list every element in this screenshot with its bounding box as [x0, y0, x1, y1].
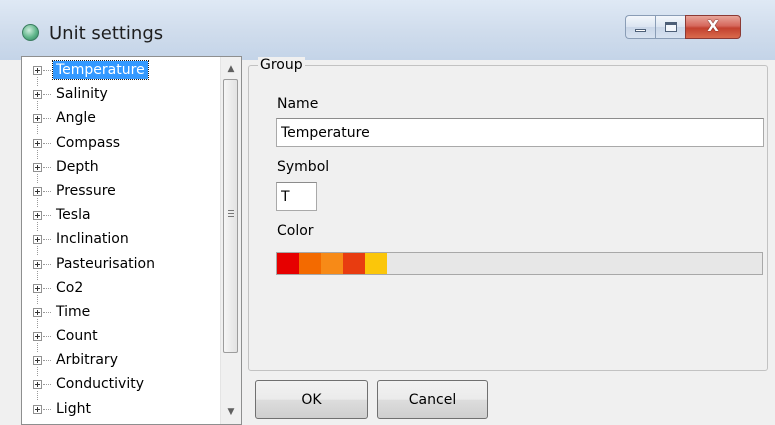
tree-item-label: Pressure — [56, 182, 116, 199]
tree-item-tesla[interactable]: Tesla — [22, 205, 222, 232]
name-label: Name — [277, 96, 319, 112]
tree-item-label: Angle — [56, 110, 96, 127]
tree-item-co2[interactable]: Co2 — [22, 278, 222, 304]
color-label: Color — [277, 223, 314, 239]
symbol-label: Symbol — [277, 159, 330, 175]
expand-plus-icon[interactable] — [33, 114, 42, 124]
tree-item-label: Count — [56, 328, 98, 345]
maximize-icon — [665, 22, 677, 32]
tree-item-label: Pasteurisation — [56, 255, 155, 272]
tree-item-time[interactable]: Time — [22, 302, 222, 328]
tree-connector-line — [43, 118, 51, 120]
window-title: Unit settings — [49, 23, 164, 44]
color-picker-bar[interactable] — [276, 252, 763, 275]
group-title: Group — [258, 57, 305, 73]
tree-item-label: Time — [56, 303, 91, 320]
tree-connector-line — [43, 287, 51, 289]
tree-item-angle[interactable]: Angle — [22, 108, 222, 135]
tree-item-count[interactable]: Count — [22, 326, 222, 353]
expand-plus-icon[interactable] — [33, 307, 42, 317]
expand-plus-icon[interactable] — [33, 186, 42, 196]
tree-item-light[interactable]: Light — [22, 399, 222, 423]
ok-button[interactable]: OK — [255, 380, 368, 419]
tree-item-inclination[interactable]: Inclination — [22, 229, 222, 256]
minimize-icon — [635, 29, 646, 32]
tree-connector-line — [43, 94, 51, 96]
expand-plus-icon[interactable] — [33, 162, 42, 172]
scroll-up-arrow-icon[interactable]: ▲ — [221, 59, 241, 79]
tree-item-temperature[interactable]: Temperature — [22, 60, 222, 86]
tree-item-label: Salinity — [56, 86, 108, 103]
color-swatch[interactable] — [299, 253, 321, 274]
tree-item-salinity[interactable]: Salinity — [22, 84, 222, 111]
color-swatch[interactable] — [277, 253, 299, 274]
expand-plus-icon[interactable] — [33, 356, 42, 366]
expand-plus-icon[interactable] — [33, 90, 42, 100]
color-swatch[interactable] — [321, 253, 343, 274]
tree-item-label: Light — [56, 400, 91, 417]
tree-item-label: Inclination — [56, 231, 129, 248]
tree-item-conductivity[interactable]: Conductivity — [22, 374, 222, 401]
unit-settings-window: Unit settings X Temperature Salinity Angle… — [0, 0, 775, 425]
expand-plus-icon[interactable] — [33, 66, 42, 75]
tree-connector-line — [43, 142, 51, 144]
symbol-field[interactable] — [276, 182, 317, 211]
tree-connector-line — [43, 70, 51, 71]
expand-plus-icon[interactable] — [33, 283, 42, 293]
tree-connector-line — [43, 166, 51, 168]
tree-connector-line — [43, 360, 51, 362]
tree-connector-line — [43, 408, 51, 410]
tree-connector-line — [43, 239, 51, 241]
maximize-button[interactable] — [655, 15, 685, 39]
tree-item-depth[interactable]: Depth — [22, 157, 222, 183]
tree-connector-line — [43, 215, 51, 217]
tree-item-label: Co2 — [56, 279, 84, 296]
scroll-thumb[interactable] — [223, 79, 238, 353]
tree-item-compass[interactable]: Compass — [22, 133, 222, 159]
expand-plus-icon[interactable] — [33, 332, 42, 342]
tree-item-pressure[interactable]: Pressure — [22, 181, 222, 207]
tree-item-arbitrary[interactable]: Arbitrary — [22, 350, 222, 377]
scroll-down-arrow-icon[interactable]: ▼ — [221, 402, 241, 422]
tree-item-label: Compass — [56, 134, 121, 151]
caption-buttons: X — [625, 15, 741, 41]
tree-item-label: Arbitrary — [56, 352, 118, 369]
minimize-button[interactable] — [625, 15, 655, 39]
tree-item-label: Tesla — [56, 207, 91, 224]
cancel-button[interactable]: Cancel — [377, 380, 488, 419]
title-bar[interactable]: Unit settings X — [0, 0, 775, 60]
tree-connector-line — [43, 311, 51, 313]
expand-plus-icon[interactable] — [33, 235, 42, 245]
unit-tree-view[interactable]: Temperature Salinity Angle Compass Depth Pres… — [21, 56, 242, 425]
color-swatch[interactable] — [365, 253, 387, 274]
name-field[interactable] — [276, 118, 764, 147]
tree-scrollbar[interactable]: ▲ ▼ — [220, 57, 241, 424]
expand-plus-icon[interactable] — [33, 211, 42, 221]
tree-item-label: Temperature — [52, 60, 149, 80]
grip-icon — [228, 210, 234, 219]
expand-plus-icon[interactable] — [33, 259, 42, 269]
tree-list: Temperature Salinity Angle Compass Depth Pres… — [22, 60, 222, 423]
close-icon: X — [707, 17, 719, 35]
close-button[interactable]: X — [685, 15, 741, 39]
tree-connector-line — [43, 263, 51, 265]
group-box — [248, 65, 768, 371]
expand-plus-icon[interactable] — [33, 138, 42, 148]
tree-item-label: Depth — [56, 158, 99, 175]
tree-item-pasteurisation[interactable]: Pasteurisation — [22, 254, 222, 280]
tree-item-label: Conductivity — [56, 376, 144, 393]
color-swatch[interactable] — [343, 253, 365, 274]
expand-plus-icon[interactable] — [33, 380, 42, 390]
globe-icon — [22, 24, 39, 41]
tree-connector-line — [43, 190, 51, 192]
tree-connector-line — [43, 336, 51, 338]
tree-connector-line — [43, 384, 51, 386]
expand-plus-icon[interactable] — [33, 404, 42, 414]
